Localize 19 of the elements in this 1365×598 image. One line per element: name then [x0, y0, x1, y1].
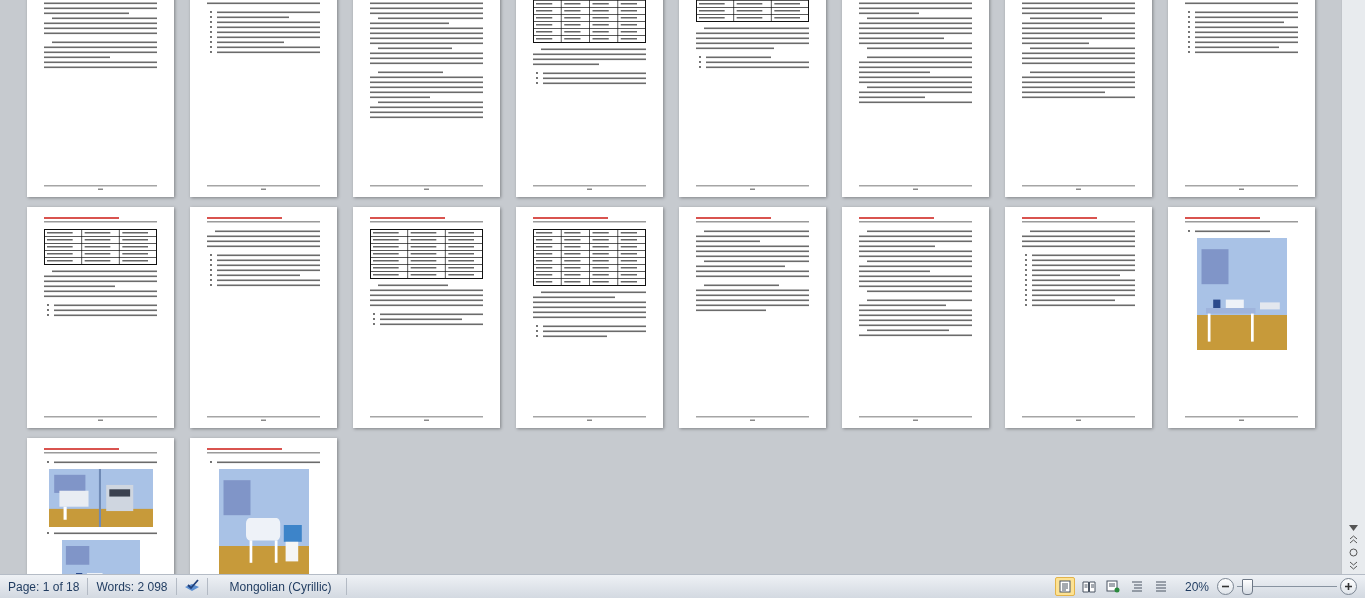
circle-icon[interactable] [1349, 548, 1358, 557]
page-count[interactable]: Page: 1 of 18 [0, 578, 89, 595]
scroll-down-icon[interactable] [1349, 525, 1358, 531]
vertical-scrollbar[interactable] [1341, 0, 1365, 574]
zoom-out-button[interactable] [1217, 578, 1234, 595]
web-page-icon [1105, 580, 1120, 593]
plus-icon [1344, 582, 1353, 591]
outline-icon [1129, 580, 1144, 593]
double-down-arrow-icon[interactable] [1349, 561, 1358, 570]
zoom-level[interactable]: 20% [1184, 579, 1209, 594]
book-icon [1081, 580, 1096, 593]
double-up-arrow-icon[interactable] [1349, 535, 1358, 544]
slider-thumb[interactable] [1242, 579, 1253, 595]
zoom-in-button[interactable] [1340, 578, 1357, 595]
word-count[interactable]: Words: 2 098 [88, 578, 177, 595]
language-indicator[interactable]: Mongolian (Cyrillic) [207, 578, 347, 595]
zoom-slider[interactable] [1237, 578, 1337, 595]
page-icon [1057, 580, 1072, 593]
lines-icon [1153, 580, 1168, 593]
